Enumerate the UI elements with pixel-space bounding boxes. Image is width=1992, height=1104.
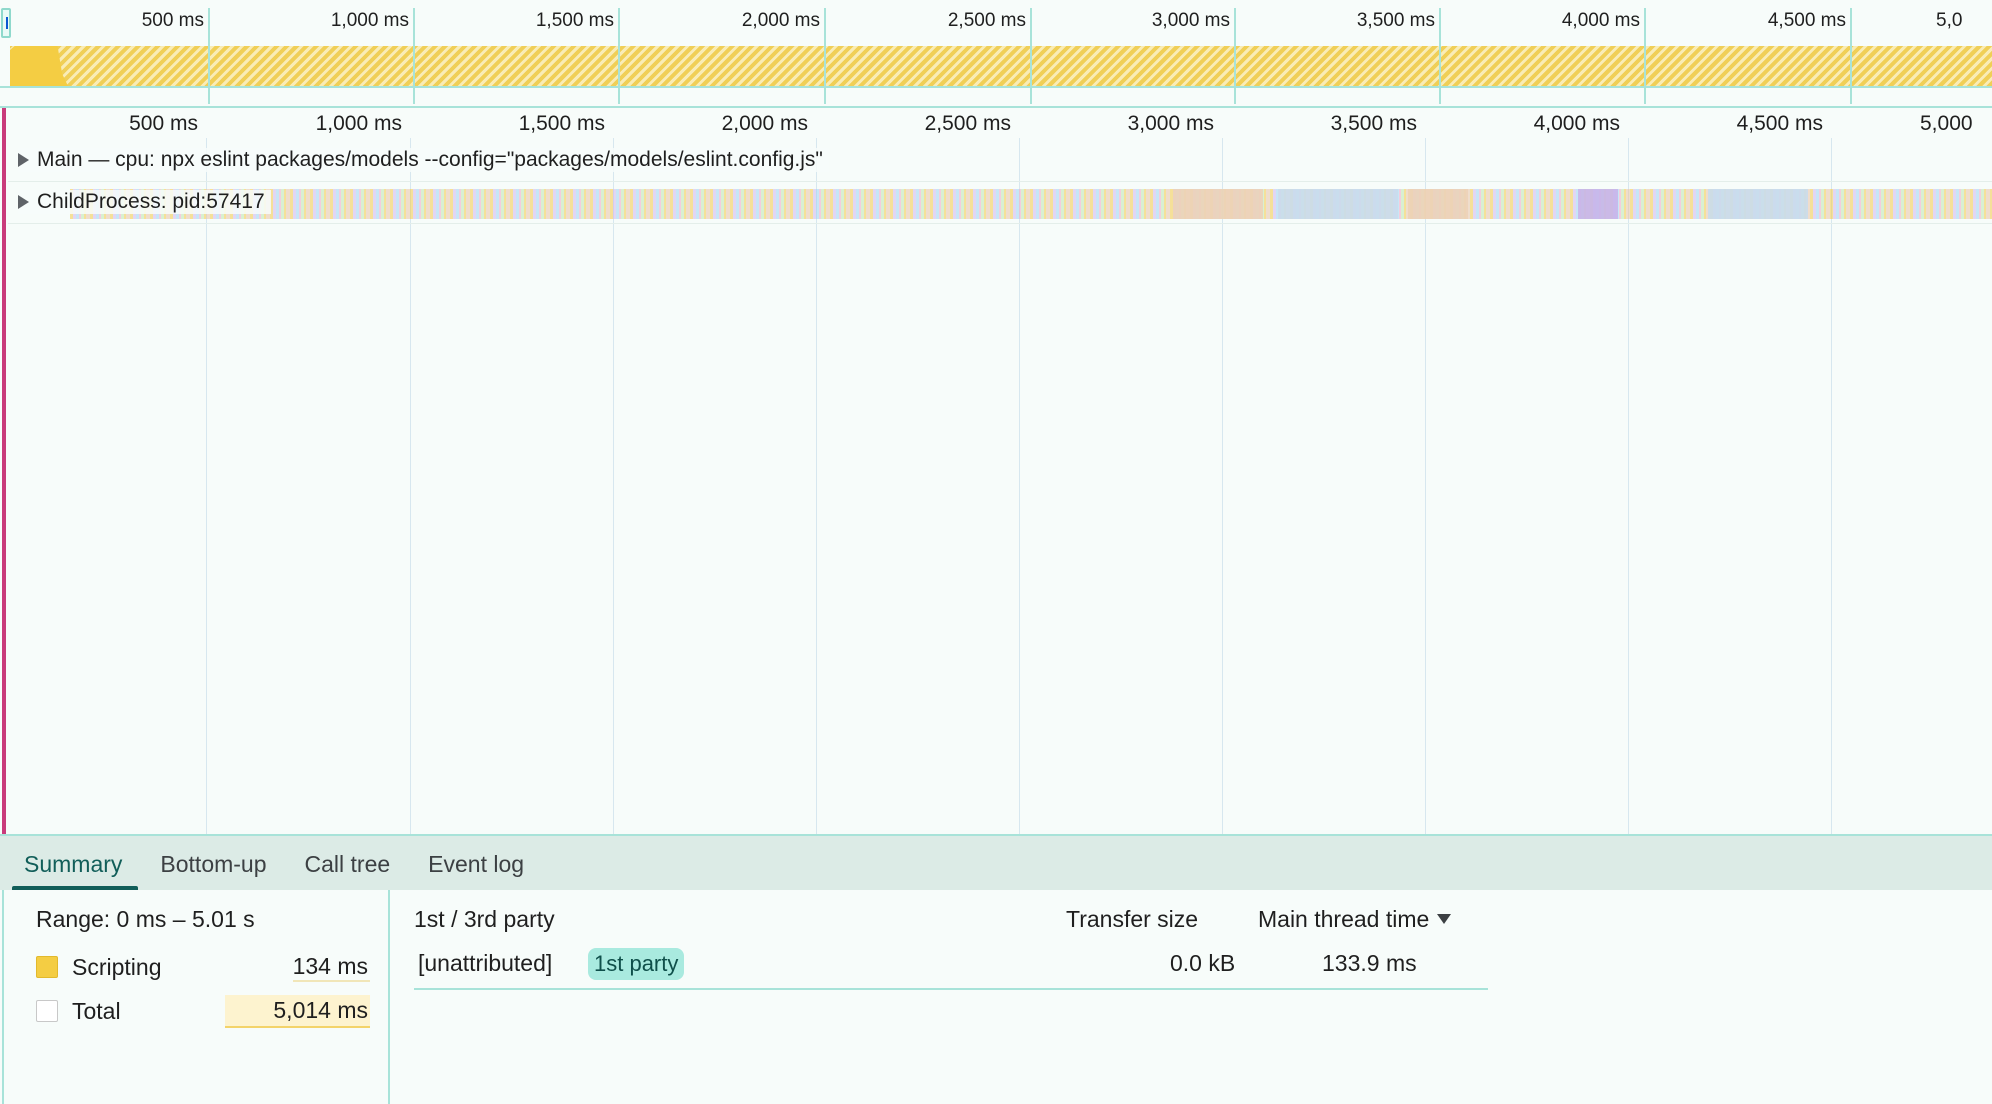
child-process-event[interactable]: [1173, 189, 1263, 219]
timeline-gridline: [1425, 138, 1426, 834]
timeline-overview[interactable]: 500 ms 1,000 ms 1,500 ms 2,000 ms 2,500 …: [0, 0, 1992, 108]
child-process-event[interactable]: [1708, 189, 1808, 219]
track-main-label: Main — cpu: npx eslint packages/models -…: [37, 148, 823, 171]
overview-range-handle[interactable]: [1, 8, 11, 38]
entity-name: [unattributed]: [418, 950, 553, 976]
range-label: Range: 0 ms – 5.01 s: [36, 906, 255, 932]
category-value: 134 ms: [292, 953, 370, 982]
timeline-gridline: [1019, 138, 1020, 834]
timeline-tick-label: 2,500 ms: [924, 112, 1011, 135]
overview-tick-label: 3,000 ms: [1151, 10, 1230, 31]
tab-summary[interactable]: Summary: [6, 836, 142, 890]
column-header-main-thread-label: Main thread time: [1258, 906, 1430, 932]
details-panel: Summary Bottom-up Call tree Event log Ra…: [0, 834, 1992, 1104]
tab-event-log[interactable]: Event log: [410, 836, 544, 890]
timeline-gridline: [410, 138, 411, 834]
column-header-transfer-size[interactable]: Transfer size: [1066, 906, 1198, 933]
overview-tick-label: 4,500 ms: [1767, 10, 1846, 31]
track-main[interactable]: Main — cpu: npx eslint packages/models -…: [8, 142, 1992, 182]
first-party-badge: 1st party: [588, 948, 685, 980]
overview-cpu-activity: [10, 46, 1992, 86]
transfer-size-value: 0.0 kB: [1170, 950, 1236, 976]
overview-tick-label: 1,000 ms: [330, 10, 409, 31]
timeline-tick-label: 2,000 ms: [721, 112, 808, 135]
total-color-swatch: [36, 1000, 58, 1022]
timeline-tick-label: 1,000 ms: [315, 112, 402, 135]
timeline-tick-label: 5,000: [1920, 112, 1973, 135]
track-child-process-label: ChildProcess: pid:57417: [37, 190, 265, 213]
sort-descending-icon: [1437, 914, 1452, 924]
timeline-gridline: [816, 138, 817, 834]
timeline-tick-label: 4,500 ms: [1736, 112, 1823, 135]
overview-tick-label: 4,000 ms: [1561, 10, 1640, 31]
category-name: Scripting: [72, 953, 162, 980]
timeline-gridline: [1831, 138, 1832, 834]
overview-tick-label: 2,500 ms: [947, 10, 1026, 31]
overview-tick-label: 1,500 ms: [535, 10, 614, 31]
category-row-scripting[interactable]: Scripting 134 ms: [36, 950, 370, 984]
timeline-tick-label: 1,500 ms: [518, 112, 605, 135]
flame-chart-area[interactable]: 500 ms 1,000 ms 1,500 ms 2,000 ms 2,500 …: [0, 108, 1992, 834]
main-thread-time-value: 133.9 ms: [1322, 950, 1417, 976]
child-process-event[interactable]: [1278, 189, 1398, 219]
timeline-gridline: [1222, 138, 1223, 834]
summary-body: Range: 0 ms – 5.01 s Scripting 134 ms To…: [0, 890, 1992, 1104]
child-process-event[interactable]: [1578, 189, 1618, 219]
overview-tick-label: 500 ms: [141, 10, 204, 31]
column-header-main-thread-time[interactable]: Main thread time: [1258, 906, 1452, 933]
overview-baseline: [0, 86, 1992, 88]
summary-categories: Range: 0 ms – 5.01 s Scripting 134 ms To…: [4, 890, 390, 1104]
track-child-process[interactable]: ChildProcess: pid:57417: [8, 184, 1992, 224]
timeline-gridline: [1628, 138, 1629, 834]
category-name: Total: [72, 997, 121, 1024]
expand-triangle-icon[interactable]: [18, 153, 29, 167]
overview-tick-label: 2,000 ms: [741, 10, 820, 31]
timeline-gridline: [206, 138, 207, 834]
timeline-tick-label: 500 ms: [129, 112, 198, 135]
expand-triangle-icon[interactable]: [18, 195, 29, 209]
child-process-activity[interactable]: [70, 189, 1992, 219]
track-child-process-header[interactable]: ChildProcess: pid:57417: [18, 190, 271, 214]
track-main-header[interactable]: Main — cpu: npx eslint packages/models -…: [18, 148, 829, 172]
overview-tick-label: 3,500 ms: [1356, 10, 1435, 31]
selection-start-marker: [2, 108, 6, 834]
table-row[interactable]: [unattributed] 1st party 0.0 kB 133.9 ms: [414, 946, 1488, 990]
scripting-color-swatch: [36, 956, 58, 978]
overview-tick-label: 5,0: [1936, 10, 1963, 31]
category-row-total[interactable]: Total 5,014 ms: [36, 994, 370, 1028]
timeline-tick-label: 3,000 ms: [1127, 112, 1214, 135]
tab-bottom-up[interactable]: Bottom-up: [142, 836, 286, 890]
timeline-tick-label: 3,500 ms: [1330, 112, 1417, 135]
timeline-tick-label: 4,000 ms: [1533, 112, 1620, 135]
child-process-event[interactable]: [1408, 189, 1468, 219]
column-header-party[interactable]: 1st / 3rd party: [414, 906, 555, 933]
details-tabbar: Summary Bottom-up Call tree Event log: [0, 836, 1992, 890]
timeline-gridline: [613, 138, 614, 834]
tab-call-tree[interactable]: Call tree: [287, 836, 411, 890]
category-value: 5,014 ms: [225, 994, 370, 1028]
